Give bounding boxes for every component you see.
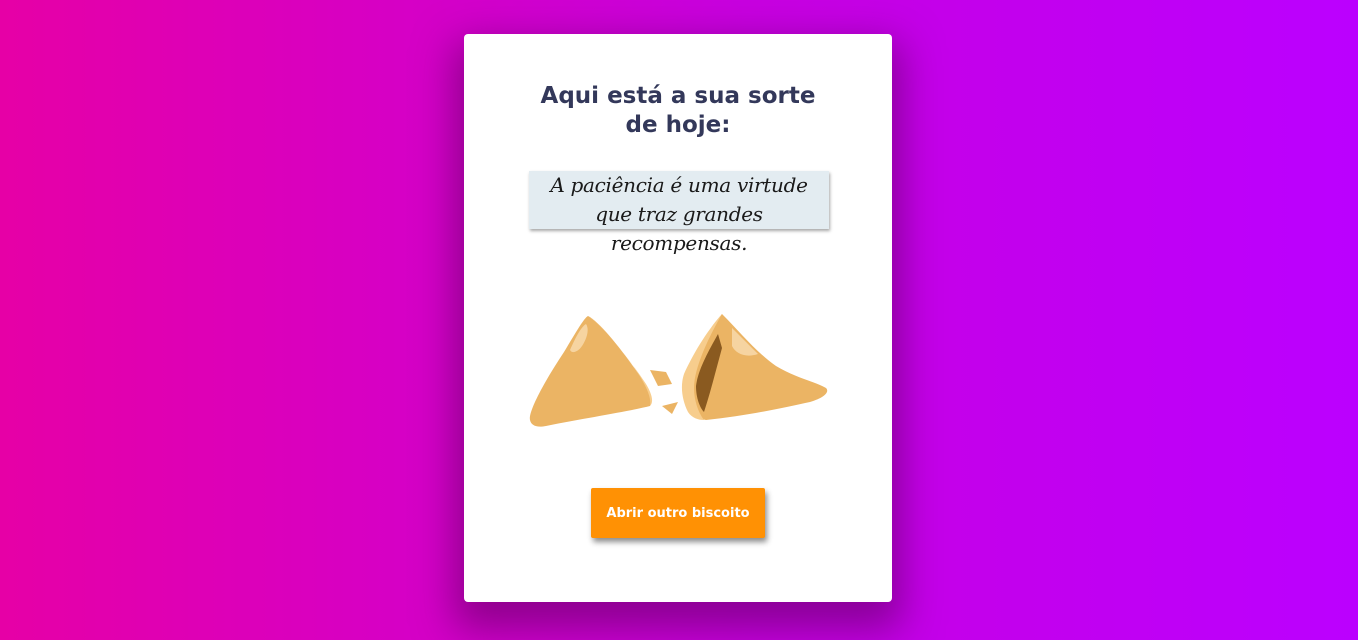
- page-background: { "card": { "title": "Aqui está a sua so…: [0, 0, 1358, 640]
- cookie-crumb-icon: [662, 402, 678, 414]
- broken-fortune-cookie-icon: [529, 314, 828, 427]
- fortune-card: Aqui está a sua sorte de hoje: A paciênc…: [464, 34, 892, 602]
- fortune-message: A paciência é uma virtude que traz grand…: [529, 171, 829, 255]
- open-another-cookie-button[interactable]: Abrir outro biscoito: [591, 488, 765, 538]
- cookie-left-half-icon: [529, 316, 653, 427]
- page-title: Aqui está a sua sorte de hoje:: [540, 83, 816, 138]
- cookie-crumb-icon: [650, 370, 672, 386]
- cookie-right-half-icon: [681, 314, 828, 420]
